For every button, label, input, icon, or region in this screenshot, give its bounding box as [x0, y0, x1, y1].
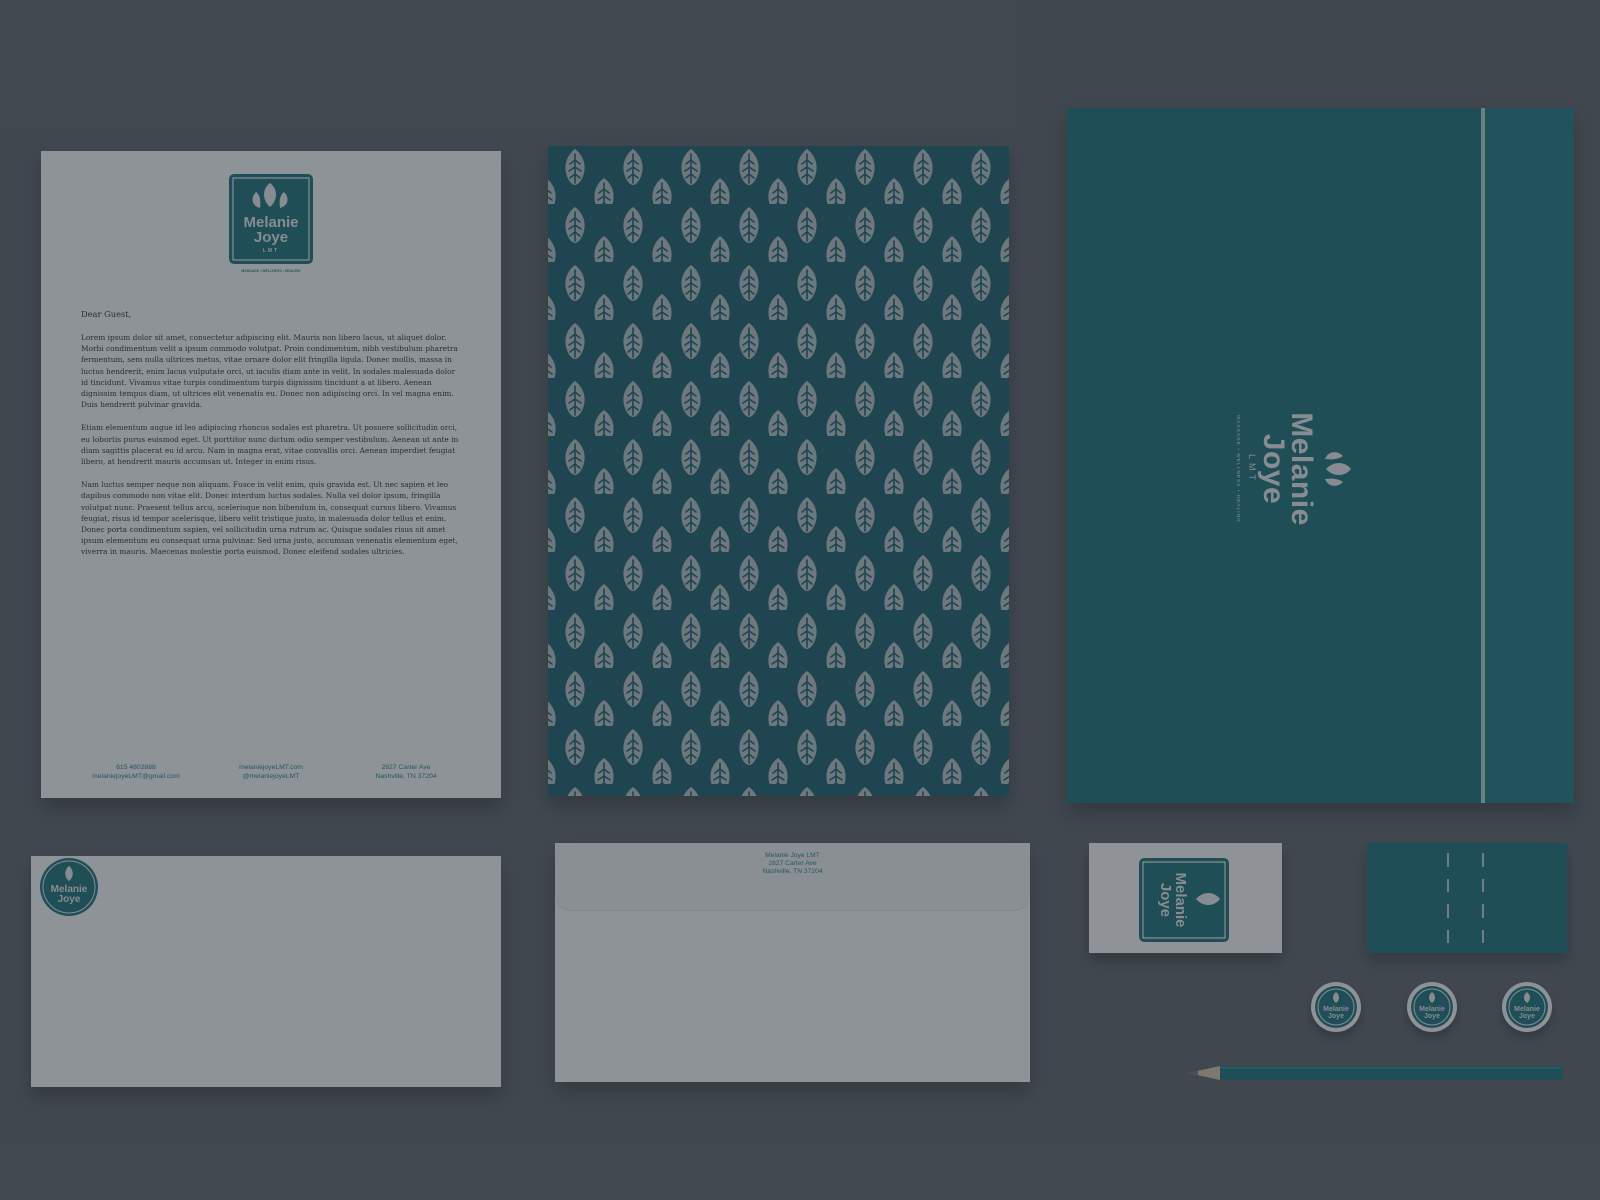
letterhead-paragraph-3: Nam luctus semper neque non aliquam. Fus… — [81, 480, 458, 557]
business-card-back-lines-left — [1442, 853, 1454, 943]
envelope-address-line2: 2827 Carter Ave — [768, 860, 817, 868]
footer-handle: @melaniejoyeLMT — [242, 772, 300, 780]
footer-address-line2: Nashville, TN 37204 — [375, 772, 437, 780]
bottom-sheet-seal-line2: Joye — [58, 894, 81, 905]
business-card-back-lines-right — [1477, 853, 1489, 943]
pencil — [1188, 1066, 1563, 1080]
folder-logo: Melanie Joye LMT MASSAGE • WELLNESS • HE… — [1231, 384, 1353, 554]
stationery-mockup-scene: Melanie Joye LMT MASSAGE • WELLNESS • HE… — [0, 0, 1600, 1200]
folder-pocket — [1485, 108, 1574, 803]
envelope: Melanie Joye LMT 2827 Carter Ave Nashvil… — [555, 843, 1030, 1082]
folder-brand-line1: Melanie — [1285, 412, 1318, 526]
letterhead-logo-tagline: MASSAGE • WELLNESS • HEALING — [241, 269, 301, 273]
presentation-folder: Melanie Joye LMT MASSAGE • WELLNESS • HE… — [1067, 108, 1574, 803]
round-sticker-1-logo: Melanie Joye — [1315, 986, 1357, 1028]
footer-address-line1: 2827 Carter Ave — [381, 764, 431, 771]
round-sticker-1-line2: Joye — [1328, 1013, 1344, 1020]
letterhead-logo-badge: Melanie Joye LMT MASSAGE • WELLNESS • HE… — [229, 174, 313, 273]
leaf-pattern-sheet — [548, 146, 1009, 796]
envelope-address-line3: Nashville, TN 37204 — [762, 868, 823, 876]
business-card-back — [1367, 843, 1567, 953]
folder-brand-line3: LMT — [1246, 454, 1257, 484]
round-sticker-1: Melanie Joye — [1311, 982, 1361, 1032]
footer-contact-left: 615 4802888 melaniejoyeLMT@gmail.com — [76, 764, 196, 781]
folder-tagline: MASSAGE • WELLNESS • HEALING — [1234, 415, 1240, 523]
business-card-logo-line2: Joye — [1157, 883, 1174, 917]
letterhead-greeting: Dear Guest, — [81, 309, 132, 319]
bottom-letter-sheet: Melanie Joye — [31, 856, 501, 1087]
round-sticker-2-logo: Melanie Joye — [1411, 986, 1453, 1028]
letterhead-paragraph-1: Lorem ipsum dolor sit amet, consectetur … — [81, 333, 458, 410]
footer-contact-center: melaniejoyeLMT.com @melaniejoyeLMT — [211, 764, 331, 781]
envelope-return-address: Melanie Joye LMT 2827 Carter Ave Nashvil… — [555, 852, 1030, 876]
footer-contact-right: 2827 Carter Ave Nashville, TN 37204 — [346, 764, 466, 781]
business-card-front: Melanie Joye — [1089, 843, 1282, 953]
letterhead-paragraph-2: Etiam elementum augue id leo adipiscing … — [81, 423, 459, 467]
letterhead-footer: 615 4802888 melaniejoyeLMT@gmail.com mel… — [76, 764, 466, 781]
letterhead-logo-line2: Joye — [254, 229, 288, 246]
business-card-logo: Melanie Joye — [1139, 858, 1229, 942]
round-sticker-3-logo: Melanie Joye — [1506, 986, 1548, 1028]
footer-website: melaniejoyeLMT.com — [239, 764, 303, 771]
footer-phone: 615 4802888 — [116, 764, 156, 771]
round-sticker-3-line2: Joye — [1519, 1013, 1535, 1020]
letterhead-body: Lorem ipsum dolor sit amet, consectetur … — [81, 332, 463, 570]
round-sticker-2: Melanie Joye — [1407, 982, 1457, 1032]
letterhead-sheet: Melanie Joye LMT MASSAGE • WELLNESS • HE… — [41, 151, 501, 798]
round-sticker-3-line1: Melanie — [1514, 1006, 1540, 1013]
folder-leaf-icon — [1325, 452, 1351, 486]
folder-brand-line2: Joye — [1257, 433, 1291, 505]
bottom-sheet-seal-logo: Melanie Joye — [40, 858, 98, 916]
round-sticker-2-line1: Melanie — [1419, 1006, 1445, 1013]
round-sticker-3: Melanie Joye — [1502, 982, 1552, 1032]
envelope-address-line1: Melanie Joye LMT — [765, 852, 820, 859]
letterhead-logo-line3: LMT — [263, 248, 279, 254]
footer-email: melaniejoyeLMT@gmail.com — [92, 772, 180, 780]
round-sticker-2-line2: Joye — [1424, 1013, 1440, 1020]
round-sticker-1-line1: Melanie — [1323, 1006, 1349, 1013]
